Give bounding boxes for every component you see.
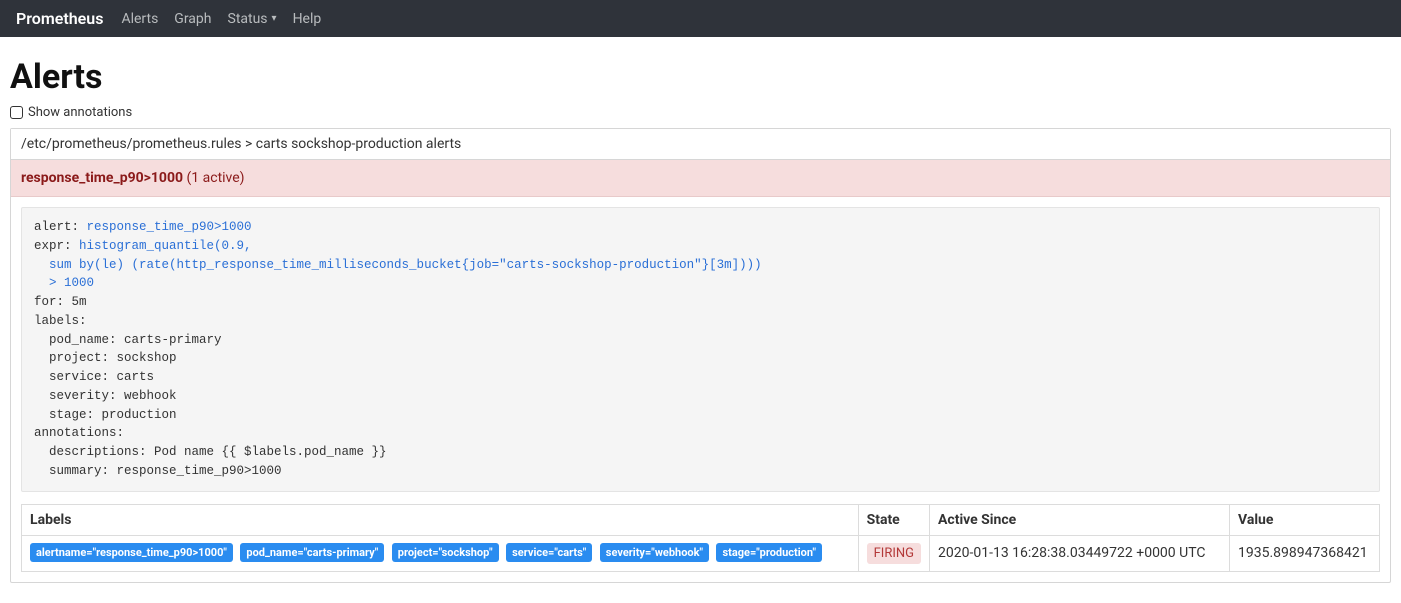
th-state: State [858, 504, 929, 535]
def-label-stage: stage: production [34, 408, 177, 422]
main-container: Alerts Show annotations /etc/prometheus/… [0, 37, 1401, 603]
th-labels: Labels [22, 504, 859, 535]
rule-group-header: /etc/prometheus/prometheus.rules > carts… [11, 129, 1390, 160]
nav-status-label: Status [228, 11, 268, 27]
def-annot-summary: summary: response_time_p90>1000 [34, 464, 282, 478]
show-annotations-label: Show annotations [28, 105, 132, 120]
def-alert-name-link[interactable]: response_time_p90>1000 [87, 220, 252, 234]
table-row: alertname="response_time_p90>1000" pod_n… [22, 535, 1380, 571]
label-pill: project="sockshop" [392, 543, 499, 562]
alert-definition: alert: response_time_p90>1000 expr: hist… [21, 207, 1380, 492]
nav-alerts[interactable]: Alerts [121, 11, 158, 27]
label-pill: pod_name="carts-primary" [240, 543, 384, 562]
td-since: 2020-01-13 16:28:38.03449722 +0000 UTC [930, 535, 1230, 571]
def-expr-fn[interactable]: histogram_quantile(0.9, [79, 239, 252, 253]
def-alert-prefix: alert: [34, 220, 87, 234]
alert-header[interactable]: response_time_p90>1000 (1 active) [11, 160, 1390, 197]
td-state: FIRING [858, 535, 929, 571]
page-title: Alerts [10, 57, 1391, 97]
label-pill: alertname="response_time_p90>1000" [30, 543, 233, 562]
alert-instances-table: Labels State Active Since Value alertnam… [21, 504, 1380, 572]
caret-down-icon: ▾ [272, 13, 277, 24]
navbar: Prometheus Alerts Graph Status ▾ Help [0, 0, 1401, 37]
nav-graph[interactable]: Graph [174, 11, 211, 27]
def-expr-body[interactable]: sum by(le) (rate(http_response_time_mill… [34, 258, 762, 272]
def-label-service: service: carts [34, 370, 154, 384]
def-label-project: project: sockshop [34, 351, 177, 365]
def-annot: annotations: [34, 426, 124, 440]
def-expr-cmp[interactable]: > 1000 [34, 276, 94, 290]
state-badge: FIRING [867, 543, 921, 564]
def-expr-prefix: expr: [34, 239, 79, 253]
td-value: 1935.898947368421 [1230, 535, 1380, 571]
nav-status[interactable]: Status ▾ [228, 11, 277, 27]
def-label-severity: severity: webhook [34, 389, 177, 403]
rule-group: /etc/prometheus/prometheus.rules > carts… [10, 128, 1391, 583]
label-pill: severity="webhook" [600, 543, 709, 562]
show-annotations-toggle[interactable]: Show annotations [10, 105, 1391, 120]
alert-body: alert: response_time_p90>1000 expr: hist… [11, 197, 1390, 582]
th-since: Active Since [930, 504, 1230, 535]
alert-name: response_time_p90>1000 [21, 170, 183, 186]
th-value: Value [1230, 504, 1380, 535]
table-header-row: Labels State Active Since Value [22, 504, 1380, 535]
def-annot-desc: descriptions: Pod name {{ $labels.pod_na… [34, 445, 387, 459]
label-pill: stage="production" [716, 543, 822, 562]
checkbox-icon [10, 106, 23, 119]
alert-active-count: (1 active) [187, 170, 245, 186]
nav-help[interactable]: Help [293, 11, 322, 27]
def-label-pod: pod_name: carts-primary [34, 333, 222, 347]
label-pill: service="carts" [506, 543, 592, 562]
def-labels: labels: [34, 314, 87, 328]
td-labels: alertname="response_time_p90>1000" pod_n… [22, 535, 859, 571]
def-for: for: 5m [34, 295, 87, 309]
navbar-brand[interactable]: Prometheus [16, 9, 103, 28]
